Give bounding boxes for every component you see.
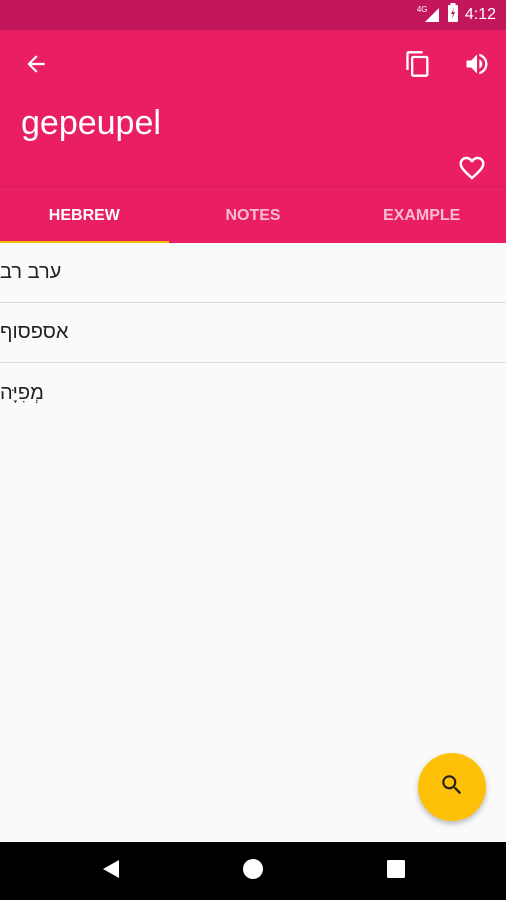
word-title: gepeupel <box>21 104 161 142</box>
translation-list: ערב רב אספסוף מְפִיָּה <box>0 243 506 423</box>
nav-back-button[interactable] <box>96 856 126 886</box>
tab-bar: HEBREW NOTES EXAMPLE <box>0 186 506 244</box>
network-label: 4G <box>416 5 428 14</box>
search-icon <box>439 772 465 803</box>
battery-icon <box>447 2 459 28</box>
search-fab[interactable] <box>418 753 486 821</box>
back-arrow-icon <box>23 51 49 82</box>
volume-icon <box>463 50 491 83</box>
signal-icon: 4G <box>416 5 441 24</box>
back-button[interactable] <box>14 44 58 88</box>
nav-recent-icon <box>386 859 406 884</box>
copy-button[interactable] <box>396 44 440 88</box>
system-nav-bar <box>0 842 506 900</box>
translation-item[interactable]: ערב רב <box>0 243 506 303</box>
copy-icon <box>404 49 432 84</box>
tab-notes[interactable]: NOTES <box>169 187 338 244</box>
app-bar: gepeupel <box>0 30 506 186</box>
status-bar: 4G 4:12 <box>0 0 506 30</box>
nav-home-button[interactable] <box>238 856 268 886</box>
translation-item[interactable]: מְפִיָּה <box>0 363 506 423</box>
translation-item[interactable]: אספסוף <box>0 303 506 363</box>
speak-button[interactable] <box>455 44 499 88</box>
tab-example[interactable]: EXAMPLE <box>337 187 506 244</box>
tab-hebrew[interactable]: HEBREW <box>0 187 169 244</box>
nav-home-icon <box>241 857 265 886</box>
status-time: 4:12 <box>464 6 496 23</box>
status-icons: 4G 4:12 <box>416 2 496 28</box>
nav-back-icon <box>100 858 122 885</box>
nav-recent-button[interactable] <box>381 856 411 886</box>
heart-outline-icon <box>457 153 487 188</box>
